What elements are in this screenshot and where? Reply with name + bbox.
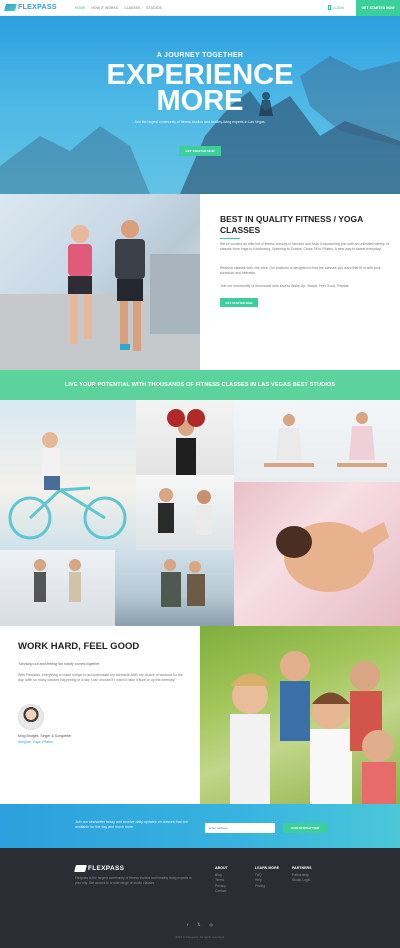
quality-divider <box>220 238 240 239</box>
footer-logo[interactable]: FLEXPASS <box>74 865 125 872</box>
hero-get-started-button[interactable]: GET STARTED NOW <box>179 146 221 156</box>
get-started-nav-button[interactable]: GET STARTED NOW <box>356 0 400 16</box>
footer-column-partners: PARTNERS Partnership Studio Login <box>292 866 312 884</box>
footer-column-about: ABOUT Blog Terms Privacy Contact <box>215 866 228 894</box>
login-link[interactable]: LOGIN <box>328 5 344 10</box>
gallery-stretch-photo <box>234 482 400 626</box>
instagram-icon[interactable]: ◎ <box>209 922 213 927</box>
nav-link-studios[interactable]: STUDIOS <box>146 6 162 10</box>
gallery-workout-photo <box>136 475 234 550</box>
newsletter-section: Join our newsletter today and receive da… <box>0 804 400 848</box>
hero-kicker: A JOURNEY TOGETHER <box>156 52 244 59</box>
footer-description: Flexpass is the largest community of fit… <box>75 876 192 885</box>
brand-logo[interactable]: FLEXPASS <box>4 4 57 11</box>
social-links: f 𝕏 ◎ <box>0 922 400 927</box>
hero-title: EXPERIENCE MORE <box>0 61 400 117</box>
hero-title-line2: MORE <box>156 85 244 117</box>
testimonial-tags[interactable]: Weights, Yoga, Pilates <box>18 740 53 744</box>
footer-brand-name: FLEXPASS <box>88 865 125 872</box>
testimonial-avatar <box>18 704 44 730</box>
friends-group-photo <box>200 626 400 804</box>
footer-column-learn-more: LEARN MORE FAQ Help Pricing <box>255 866 279 889</box>
newsletter-email-input[interactable] <box>205 823 275 833</box>
testimonial-quote: "Working out and feeling fun hardly come… <box>18 662 101 666</box>
class-photo-gallery <box>0 400 400 626</box>
quality-paragraph-2: Reserve classes with one click. Our plat… <box>220 266 381 275</box>
site-footer: FLEXPASS Flexpass is the largest communi… <box>0 848 400 948</box>
flexpass-logo-mark-icon <box>74 865 87 872</box>
footer-link[interactable]: Pricing <box>255 884 279 889</box>
testimonial-author: Ming Bridges, Singer & Songwriter <box>18 734 72 738</box>
twitter-icon[interactable]: 𝕏 <box>197 922 200 927</box>
gallery-yoga-group-photo <box>234 400 400 482</box>
promo-banner: LIVE YOUR POTENTIAL WITH THOUSANDS OF FI… <box>0 370 400 400</box>
gallery-bike-photo <box>0 400 136 550</box>
quality-paragraph-1: We've curated an elite list of fitness c… <box>220 242 389 251</box>
gallery-dance-photo <box>0 550 115 626</box>
hero-section: A JOURNEY TOGETHER EXPERIENCE MORE Join … <box>0 16 400 194</box>
quality-get-started-button[interactable]: GET STARTED NOW <box>220 298 258 307</box>
login-label: LOGIN <box>333 5 344 10</box>
testimonial-section: WORK HARD, FEEL GOOD "Working out and fe… <box>0 626 400 804</box>
brand-name: FLEXPASS <box>18 4 57 11</box>
quality-section: BEST IN QUALITY FITNESS / YOGA CLASSES W… <box>0 194 400 370</box>
flexpass-logo-mark-icon <box>4 4 17 11</box>
runners-photo <box>0 194 200 370</box>
testimonial-body: With Flexpass, everything is made simple… <box>18 673 183 682</box>
quality-paragraph-3: Join our community of thousands who love… <box>220 284 350 288</box>
gallery-hiking-photo <box>115 550 234 626</box>
footer-heading: PARTNERS <box>292 866 312 870</box>
facebook-icon[interactable]: f <box>187 922 188 927</box>
hero-subtitle: Join the largest community of fitness st… <box>134 120 266 124</box>
newsletter-text: Join our newsletter today and receive da… <box>75 820 188 829</box>
nav-right: LOGIN GET STARTED NOW <box>328 0 400 16</box>
login-icon <box>328 5 332 10</box>
quality-title: BEST IN QUALITY FITNESS / YOGA CLASSES <box>220 214 363 235</box>
footer-heading: LEARN MORE <box>255 866 280 870</box>
nav-link-home[interactable]: HOME <box>75 6 86 10</box>
runners-illustration <box>0 220 200 370</box>
gallery-boxing-photo <box>136 400 234 475</box>
testimonial-title: WORK HARD, FEEL GOOD <box>18 641 140 652</box>
footer-link[interactable]: Studio Login <box>292 878 312 883</box>
join-newsletter-button[interactable]: JOIN NEWSLETTER <box>283 823 327 833</box>
copyright-text: 2017 © Flexpass. All rights reserved. <box>175 935 225 939</box>
footer-heading: ABOUT <box>215 866 228 870</box>
top-navbar: FLEXPASS HOME HOW IT WORKS CLASSES STUDI… <box>0 0 400 16</box>
nav-link-how-it-works[interactable]: HOW IT WORKS <box>91 6 118 10</box>
footer-link[interactable]: Contact <box>215 889 228 894</box>
nav-links: HOME HOW IT WORKS CLASSES STUDIOS <box>75 6 162 10</box>
nav-link-classes[interactable]: CLASSES <box>124 6 140 10</box>
